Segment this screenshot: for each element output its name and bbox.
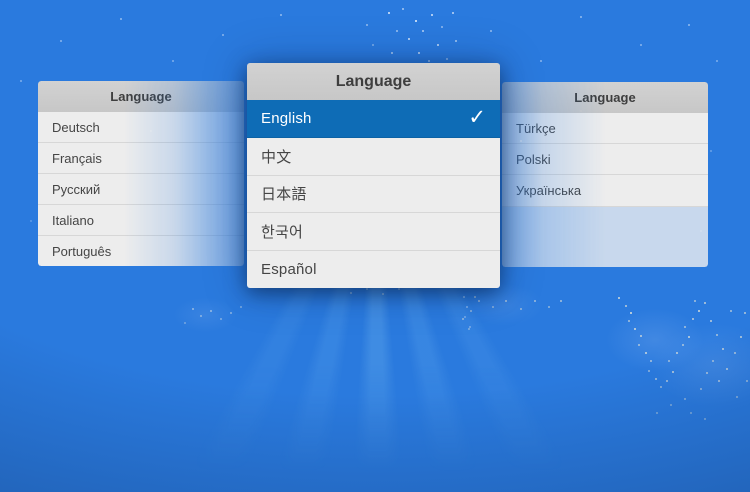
checkmark-icon: ✓ — [468, 107, 486, 128]
language-option-label: 한국어 — [261, 221, 303, 242]
language-option-russkiy[interactable]: Русский — [38, 174, 244, 205]
language-list-main: English ✓ 中文 日本語 한국어 Español — [247, 100, 500, 288]
panel-header-main: Language — [247, 63, 500, 100]
language-option-empty — [502, 237, 708, 267]
language-option-label: Français — [52, 151, 102, 166]
language-option-label: 中文 — [261, 146, 291, 167]
language-option-label: 日本語 — [261, 183, 307, 204]
language-panel-left: Language Deutsch Français Русский Italia… — [38, 81, 244, 266]
language-option-label: English — [261, 110, 312, 127]
language-option-label: Українська — [516, 183, 581, 198]
language-option-label: Deutsch — [52, 120, 100, 135]
language-selection-screen: Language Deutsch Français Русский Italia… — [0, 0, 750, 492]
language-option-korean[interactable]: 한국어 — [247, 213, 500, 251]
language-option-label: Español — [261, 261, 317, 278]
language-list-right: Türkçe Polski Українська — [502, 113, 708, 267]
language-option-english-selected[interactable]: English ✓ — [247, 100, 500, 138]
language-option-japanese[interactable]: 日本語 — [247, 176, 500, 214]
panel-header-left: Language — [38, 81, 244, 112]
language-option-label: Português — [52, 244, 111, 259]
language-option-empty — [502, 207, 708, 237]
language-option-label: Türkçe — [516, 121, 556, 136]
language-option-chinese[interactable]: 中文 — [247, 138, 500, 176]
language-option-label: Italiano — [52, 213, 94, 228]
panel-header-right: Language — [502, 82, 708, 113]
language-option-italiano[interactable]: Italiano — [38, 205, 244, 236]
language-option-label: Русский — [52, 182, 100, 197]
language-option-deutsch[interactable]: Deutsch — [38, 112, 244, 143]
language-option-espanol[interactable]: Español — [247, 251, 500, 288]
language-option-ukrainska[interactable]: Українська — [502, 175, 708, 206]
language-option-francais[interactable]: Français — [38, 143, 244, 174]
language-panel-right: Language Türkçe Polski Українська — [502, 82, 708, 267]
language-option-portugues[interactable]: Português — [38, 236, 244, 266]
language-panel-main: Language English ✓ 中文 日本語 한국어 Español — [247, 63, 500, 288]
language-option-label: Polski — [516, 152, 551, 167]
language-list-left: Deutsch Français Русский Italiano Portug… — [38, 112, 244, 266]
language-option-turkce[interactable]: Türkçe — [502, 113, 708, 144]
language-option-polski[interactable]: Polski — [502, 144, 708, 175]
